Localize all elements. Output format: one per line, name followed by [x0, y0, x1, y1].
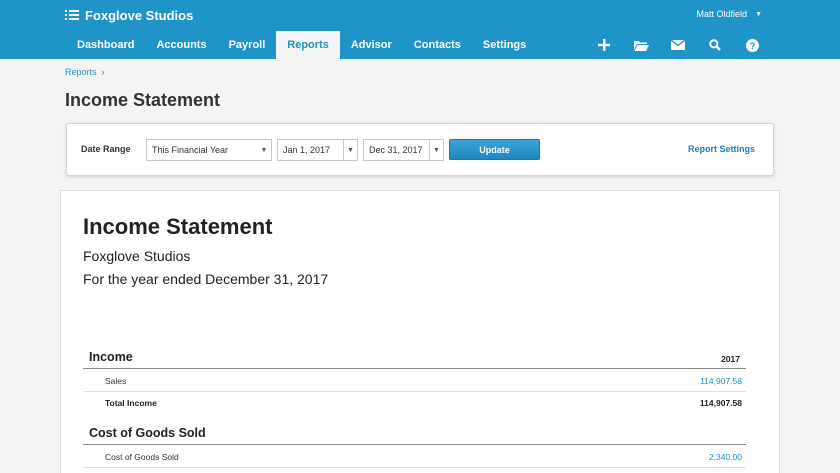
filter-bar: Date Range This Financial Year ▼ Jan 1, …	[66, 123, 774, 176]
nav-tab-accounts[interactable]: Accounts	[145, 31, 217, 59]
breadcrumb-reports[interactable]: Reports	[65, 67, 97, 77]
svg-text:?: ?	[749, 41, 755, 51]
from-date-value: Jan 1, 2017	[283, 145, 331, 155]
date-range-label: Date Range	[81, 144, 131, 154]
nav-tab-contacts[interactable]: Contacts	[403, 31, 472, 59]
chevron-down-icon: ▼	[755, 10, 762, 18]
chevron-down-icon: ▼	[260, 146, 268, 154]
update-button[interactable]: Update	[449, 139, 540, 160]
nav-tab-payroll[interactable]: Payroll	[218, 31, 277, 59]
breadcrumb: Reports ›	[65, 67, 105, 77]
section-header-income: Income 2017	[83, 347, 746, 369]
row-label: Sales	[105, 375, 127, 386]
report-row-total-income: Total Income 114,907.58	[83, 392, 746, 414]
section-name: Cost of Goods Sold	[89, 426, 206, 440]
plus-icon[interactable]	[592, 34, 616, 56]
column-header-year: 2017	[721, 354, 740, 364]
report-settings-link[interactable]: Report Settings	[688, 144, 755, 154]
search-icon[interactable]	[703, 34, 727, 56]
report-row-cogs: Cost of Goods Sold 2,340.00	[83, 446, 746, 468]
section-header-cogs: Cost of Goods Sold	[83, 423, 746, 445]
nav-tab-reports[interactable]: Reports	[276, 31, 340, 59]
mail-icon[interactable]	[666, 34, 690, 56]
row-label: Total Income	[105, 398, 157, 408]
row-amount-link[interactable]: 2,340.00	[709, 452, 742, 462]
user-name: Matt Oldfield	[696, 9, 748, 19]
report-row-sales: Sales 114,907.58	[83, 370, 746, 392]
org-switcher[interactable]: Foxglove Studios	[65, 6, 193, 24]
main-nav: Dashboard Accounts Payroll Reports Advis…	[66, 31, 537, 59]
nav-tab-advisor[interactable]: Advisor	[340, 31, 403, 59]
report-title: Income Statement	[83, 214, 273, 239]
user-menu[interactable]: Matt Oldfield ▼	[697, 9, 762, 19]
row-amount: 114,907.58	[699, 398, 742, 408]
row-amount-link[interactable]: 114,907.58	[700, 376, 742, 386]
top-bar: Foxglove Studios Matt Oldfield ▼ Dashboa…	[0, 0, 840, 59]
period-select[interactable]: This Financial Year ▼	[146, 139, 272, 161]
to-date-value: Dec 31, 2017	[369, 145, 423, 155]
nav-actions: ?	[592, 34, 777, 56]
folder-icon[interactable]	[629, 34, 653, 56]
section-name: Income	[89, 350, 133, 364]
breadcrumb-separator: ›	[101, 67, 105, 77]
report-card: Income Statement Foxglove Studios For th…	[60, 190, 780, 473]
row-label: Cost of Goods Sold	[105, 451, 179, 462]
to-date-field[interactable]: Dec 31, 2017 ▼	[363, 139, 444, 161]
report-organization: Foxglove Studios	[83, 248, 191, 264]
period-select-value: This Financial Year	[152, 145, 229, 155]
org-name: Foxglove Studios	[85, 7, 194, 23]
nav-tab-dashboard[interactable]: Dashboard	[66, 31, 145, 59]
from-date-field[interactable]: Jan 1, 2017 ▼	[277, 139, 358, 161]
help-icon[interactable]: ?	[740, 34, 764, 56]
menu-icon	[65, 10, 79, 20]
chevron-down-icon[interactable]: ▼	[343, 140, 357, 160]
page-title: Income Statement	[65, 90, 221, 110]
nav-tab-settings[interactable]: Settings	[472, 31, 537, 59]
chevron-down-icon[interactable]: ▼	[429, 140, 443, 160]
report-period: For the year ended December 31, 2017	[83, 271, 329, 287]
